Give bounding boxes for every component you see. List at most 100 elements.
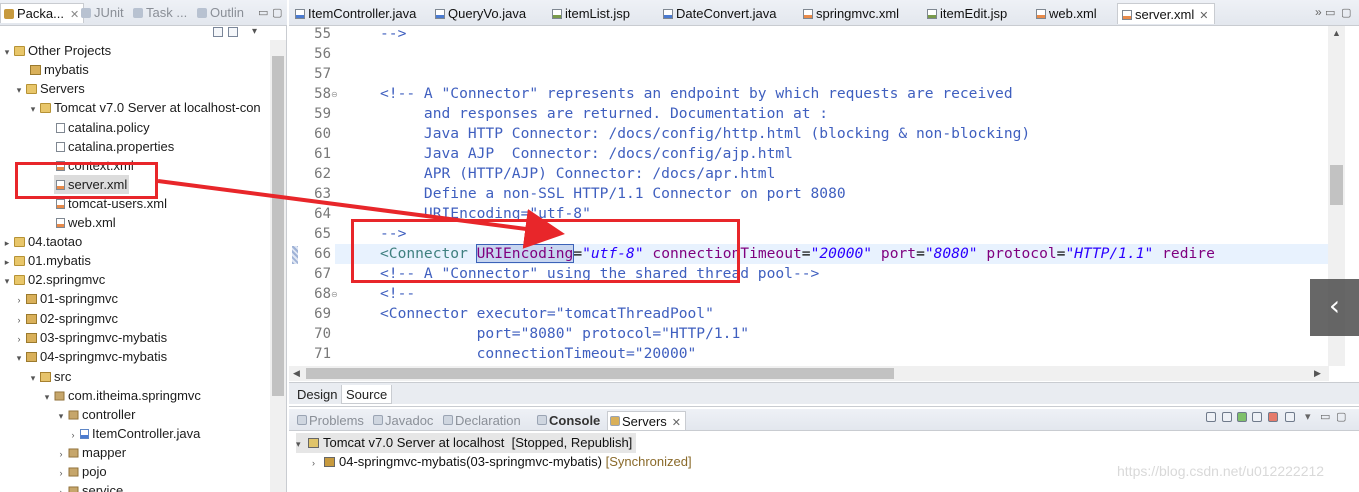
tab-junit[interactable]: JUnit [78, 3, 124, 23]
tab-overflow-icon[interactable]: » [1315, 5, 1322, 19]
line-number: 55 [314, 26, 331, 42]
collapsed-arrow-icon[interactable]: › [14, 291, 24, 310]
tree-item-01-springmvc[interactable]: › 01-springmvc [14, 289, 119, 310]
watermark: https://blog.csdn.net/u012222212 [1117, 463, 1325, 479]
tree-item-03-springmvc-mybatis[interactable]: › 03-springmvc-mybatis [14, 328, 168, 347]
tab-javadoc[interactable]: Javadoc [371, 411, 433, 430]
tab-web-xml[interactable]: web.xml [1032, 3, 1103, 24]
publish-icon[interactable] [1285, 412, 1295, 422]
tree-item-mybatis[interactable]: mybatis [28, 60, 89, 79]
editor-vertical-scrollbar-thumb[interactable] [1330, 165, 1343, 205]
editor-horizontal-scrollbar-thumb[interactable] [306, 368, 894, 379]
tab-springmvc-xml[interactable]: springmvc.xml [799, 3, 905, 24]
tree-item-04-taotao[interactable]: ▸ 04.taotao [2, 232, 82, 251]
minimize-icon[interactable]: ▭ [258, 6, 268, 19]
tree-item-other-projects[interactable]: ▾ Other Projects [2, 41, 111, 60]
tree-item-mapper[interactable]: › mapper [56, 443, 127, 462]
collapsed-arrow-icon[interactable]: › [312, 453, 324, 473]
expanded-arrow-icon[interactable]: ▾ [14, 81, 24, 100]
java-file-icon [295, 9, 305, 19]
tab-problems[interactable]: Problems [295, 411, 364, 430]
scroll-right-arrow-icon[interactable]: ▶ [1314, 368, 1321, 379]
side-nav-button[interactable]: ‹ [1310, 279, 1359, 336]
tree-item-label: catalina.properties [68, 139, 175, 154]
package-icon [68, 410, 79, 420]
tab-queryvo-java[interactable]: QueryVo.java [431, 3, 532, 24]
tab-server-xml[interactable]: server.xml ✕ [1117, 3, 1216, 24]
tree-item-catalina-policy[interactable]: catalina.policy [54, 118, 150, 137]
tab-design[interactable]: Design [293, 385, 341, 404]
tab-console[interactable]: Console [535, 411, 600, 430]
tree-item-src[interactable]: ▾ src [28, 367, 72, 388]
tree-item-catalina-properties[interactable]: catalina.properties [54, 137, 174, 156]
console-icon [537, 415, 547, 425]
line-number: 71 [314, 346, 331, 362]
tree-item-com-itheima-springmvc[interactable]: ▾ com.itheima.springmvc [42, 386, 201, 405]
explorer-scrollbar-thumb[interactable] [272, 56, 284, 396]
profile-server-icon[interactable] [1252, 412, 1262, 422]
start-server-icon[interactable] [1222, 412, 1232, 422]
expanded-arrow-icon[interactable]: ▾ [2, 272, 12, 291]
tree-item-tomcat-server[interactable]: ▾ Tomcat v7.0 Server at localhost-con [28, 98, 261, 117]
minimize-icon[interactable]: ▭ [1325, 6, 1335, 19]
scroll-left-arrow-icon[interactable]: ◀ [293, 368, 300, 379]
tab-declaration[interactable]: Declaration [441, 411, 521, 430]
tree-item-01-mybatis[interactable]: ▸ 01.mybatis [2, 251, 91, 270]
expanded-arrow-icon[interactable]: ▾ [296, 434, 308, 454]
stop-server-icon[interactable] [1268, 412, 1278, 422]
tab-label: Javadoc [385, 413, 434, 428]
tab-task-list[interactable]: Task ... [130, 3, 187, 23]
fold-marker-icon[interactable]: ⊖ [331, 90, 338, 99]
module-row[interactable]: › 04-springmvc-mybatis(03-springmvc-mybat… [312, 452, 692, 472]
scroll-up-arrow-icon[interactable]: ▲ [1332, 28, 1341, 38]
server-row-tomcat[interactable]: ▾ Tomcat v7.0 Server at localhost [Stoppe… [296, 433, 637, 454]
tab-itemcontroller-java[interactable]: ItemController.java [291, 3, 422, 24]
expanded-arrow-icon[interactable]: ▾ [42, 388, 52, 407]
project-icon [26, 314, 37, 324]
tree-item-02-springmvc[interactable]: ▾ 02.springmvc [2, 270, 106, 291]
tree-item-controller[interactable]: ▾ controller [56, 405, 136, 426]
minimize-icon[interactable]: ▭ [1320, 410, 1330, 423]
tab-package-explorer[interactable]: Packa... ✕ [0, 3, 85, 23]
maximize-icon[interactable]: ▢ [1336, 410, 1346, 423]
code-line: Java AJP Connector: /docs/config/ajp.htm… [380, 145, 793, 162]
expanded-arrow-icon[interactable]: ▾ [56, 407, 66, 426]
package-explorer-icon [4, 9, 14, 19]
tree-item-servers[interactable]: ▾ Servers [14, 79, 85, 98]
code-line: <Connector executor="tomcatThreadPool" [380, 305, 714, 322]
tab-outline[interactable]: Outlin [194, 3, 244, 23]
view-menu-icon[interactable]: ▾ [252, 27, 262, 37]
module-name: 04-springmvc-mybatis(03-springmvc-mybati… [339, 454, 602, 469]
expanded-arrow-icon[interactable]: ▾ [28, 100, 38, 119]
close-icon[interactable]: ✕ [672, 417, 681, 429]
expanded-arrow-icon[interactable]: ▾ [14, 349, 24, 368]
servers-icon [610, 416, 620, 426]
maximize-icon[interactable]: ▢ [1341, 6, 1351, 19]
tab-source[interactable]: Source [341, 385, 393, 404]
tab-dateconvert-java[interactable]: DateConvert.java [659, 3, 782, 24]
tab-itemedit-jsp[interactable]: itemEdit.jsp [923, 3, 1013, 24]
maximize-icon[interactable]: ▢ [272, 6, 282, 19]
tree-item-04-springmvc-mybatis[interactable]: ▾ 04-springmvc-mybatis [14, 347, 167, 366]
view-menu-icon[interactable]: ▾ [1305, 410, 1311, 423]
run-server-icon[interactable] [1237, 412, 1247, 422]
debug-server-icon[interactable] [1206, 412, 1216, 422]
xml-source-editor[interactable]: 55 --> 56 57 58 ⊖ <!-- A "Connector" rep… [289, 26, 1335, 366]
tree-item-web-xml[interactable]: web.xml [54, 213, 116, 232]
tree-item-pojo[interactable]: › pojo [56, 462, 107, 481]
close-icon[interactable]: ✕ [1199, 10, 1208, 22]
tree-item-service[interactable]: › service [56, 481, 123, 492]
link-with-editor-icon[interactable] [228, 27, 238, 37]
fold-marker-icon[interactable]: ⊖ [331, 290, 338, 299]
tree-item-02-springmvc-project[interactable]: › 02-springmvc [14, 309, 119, 328]
expanded-arrow-icon[interactable]: ▾ [2, 43, 12, 62]
collapse-all-icon[interactable] [213, 27, 223, 37]
tab-itemlist-jsp[interactable]: itemList.jsp [548, 3, 636, 24]
tree-item-itemcontroller-java[interactable]: › ItemController.java [68, 424, 201, 443]
tree-item-label: 01.mybatis [28, 253, 91, 268]
tab-servers[interactable]: Servers ✕ [607, 411, 687, 430]
collapsed-arrow-icon[interactable]: › [56, 483, 66, 492]
expanded-arrow-icon[interactable]: ▾ [28, 369, 38, 388]
tab-label: ItemController.java [308, 6, 417, 21]
project-icon [26, 352, 37, 362]
